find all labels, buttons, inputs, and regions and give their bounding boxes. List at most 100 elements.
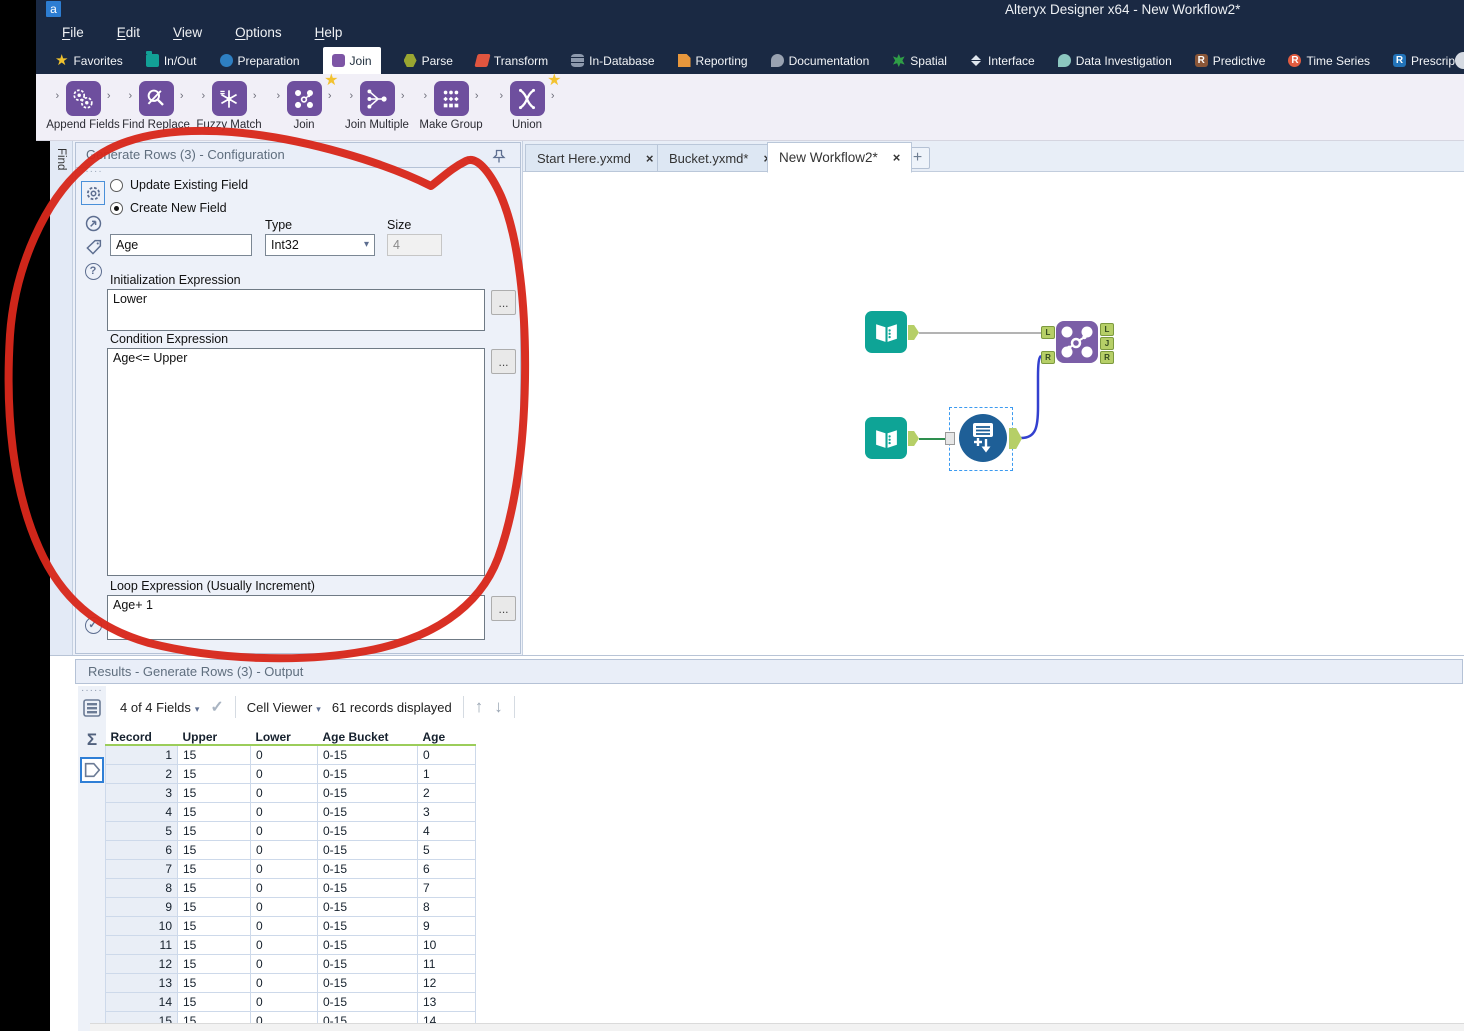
generate-rows-tool-node[interactable] bbox=[959, 414, 1007, 462]
data-cell[interactable]: 0 bbox=[250, 745, 318, 765]
data-cell[interactable]: 0 bbox=[250, 859, 318, 879]
data-cell[interactable]: 0 bbox=[250, 821, 318, 841]
data-cell[interactable]: 0 bbox=[417, 745, 476, 765]
join-tool-node[interactable] bbox=[1056, 321, 1098, 363]
record-number-cell[interactable]: 5 bbox=[105, 821, 178, 841]
input-data-tool-2[interactable] bbox=[865, 417, 907, 459]
category-tab-favorites[interactable]: ★ Favorites bbox=[55, 47, 123, 74]
record-number-cell[interactable]: 13 bbox=[105, 973, 178, 993]
fields-dropdown-button[interactable]: 4 of 4 Fields ▾ bbox=[120, 700, 199, 715]
document-tab-new-workflow2[interactable]: New Workflow2* × bbox=[767, 142, 913, 173]
join-output-anchor-l[interactable]: L bbox=[1100, 323, 1114, 336]
category-tab-parse[interactable]: Parse bbox=[403, 47, 453, 74]
record-number-cell[interactable]: 3 bbox=[105, 783, 178, 803]
cell-viewer-button[interactable]: Cell Viewer ▾ bbox=[247, 700, 321, 715]
category-tab-predictive[interactable]: R Predictive bbox=[1194, 47, 1265, 74]
radio-update-existing-field[interactable]: Update Existing Field bbox=[110, 178, 248, 192]
category-tab-spatial[interactable]: Spatial bbox=[892, 47, 947, 74]
data-cell[interactable]: 5 bbox=[417, 840, 476, 860]
condition-expression-input[interactable]: Age<= Upper bbox=[107, 348, 485, 576]
column-header-upper[interactable]: Upper bbox=[177, 729, 251, 746]
menu-item-file[interactable]: File bbox=[62, 25, 84, 40]
input-data-tool-1[interactable] bbox=[865, 311, 907, 353]
data-cell[interactable]: 12 bbox=[417, 973, 476, 993]
close-tab-icon[interactable]: × bbox=[893, 150, 901, 165]
input-anchor-generate-rows[interactable] bbox=[945, 432, 955, 445]
data-cell[interactable]: 10 bbox=[417, 935, 476, 955]
loop-expression-input[interactable]: Age+ 1 bbox=[107, 595, 485, 640]
data-cell[interactable]: 15 bbox=[177, 916, 251, 936]
data-cell[interactable]: 0-15 bbox=[317, 954, 418, 974]
category-tab-transform[interactable]: Transform bbox=[474, 47, 548, 74]
data-cell[interactable]: 0-15 bbox=[317, 916, 418, 936]
data-cell[interactable]: 15 bbox=[177, 897, 251, 917]
menu-item-view[interactable]: View bbox=[173, 25, 202, 40]
category-tab-prescriptive[interactable]: RPrescriptive bbox=[1393, 47, 1464, 74]
data-cell[interactable]: 15 bbox=[177, 764, 251, 784]
data-cell[interactable]: 15 bbox=[177, 878, 251, 898]
horizontal-scrollbar[interactable] bbox=[90, 1023, 1464, 1031]
category-tab-reporting[interactable]: Reporting bbox=[677, 47, 748, 74]
data-cell[interactable]: 9 bbox=[417, 916, 476, 936]
data-cell[interactable]: 0 bbox=[250, 897, 318, 917]
data-cell[interactable]: 0-15 bbox=[317, 802, 418, 822]
data-cell[interactable]: 7 bbox=[417, 878, 476, 898]
record-number-cell[interactable]: 7 bbox=[105, 859, 178, 879]
data-cell[interactable]: 11 bbox=[417, 954, 476, 974]
metadata-view-icon[interactable] bbox=[80, 757, 104, 783]
loop-expression-editor-button[interactable]: ... bbox=[491, 596, 516, 621]
data-cell[interactable]: 1 bbox=[417, 764, 476, 784]
data-cell[interactable]: 0-15 bbox=[317, 859, 418, 879]
data-cell[interactable]: 15 bbox=[177, 935, 251, 955]
data-cell[interactable]: 6 bbox=[417, 859, 476, 879]
type-dropdown[interactable]: Int32 ▾ bbox=[265, 234, 375, 256]
data-cell[interactable]: 15 bbox=[177, 954, 251, 974]
data-cell[interactable]: 0 bbox=[250, 916, 318, 936]
column-header-age[interactable]: Age bbox=[417, 729, 476, 746]
data-cell[interactable]: 0-15 bbox=[317, 745, 418, 765]
join-output-anchor-j[interactable]: J bbox=[1100, 337, 1114, 350]
data-cell[interactable]: 8 bbox=[417, 897, 476, 917]
workflow-canvas[interactable]: Start Here.yxmd×Bucket.yxmd*×New Workflo… bbox=[522, 141, 1464, 655]
category-tab-in-database[interactable]: In-Database bbox=[571, 47, 655, 74]
category-tab-time-series[interactable]: R Time Series bbox=[1288, 47, 1370, 74]
data-cell[interactable]: 0-15 bbox=[317, 764, 418, 784]
data-cell[interactable]: 0 bbox=[250, 973, 318, 993]
data-cell[interactable]: 15 bbox=[177, 840, 251, 860]
data-cell[interactable]: 0-15 bbox=[317, 821, 418, 841]
results-grid[interactable]: Record Upper Lower Age Bucket Age 1 15 0 0-15 0 2… bbox=[105, 729, 476, 1031]
menu-item-edit[interactable]: Edit bbox=[117, 25, 140, 40]
record-number-cell[interactable]: 4 bbox=[105, 802, 178, 822]
data-cell[interactable]: 0 bbox=[250, 764, 318, 784]
menu-item-help[interactable]: Help bbox=[315, 25, 343, 40]
arrow-down-icon[interactable]: ↓ bbox=[494, 697, 503, 717]
favorite-star-icon[interactable]: ★ bbox=[547, 73, 561, 88]
init-expression-editor-button[interactable]: ... bbox=[491, 290, 516, 315]
data-cell[interactable]: 15 bbox=[177, 992, 251, 1012]
data-cell[interactable]: 0 bbox=[250, 935, 318, 955]
record-number-cell[interactable]: 6 bbox=[105, 840, 178, 860]
record-number-cell[interactable]: 14 bbox=[105, 992, 178, 1012]
data-cell[interactable]: 15 bbox=[177, 859, 251, 879]
data-cell[interactable]: 15 bbox=[177, 745, 251, 765]
column-header-lower[interactable]: Lower bbox=[250, 729, 318, 746]
record-number-cell[interactable]: 12 bbox=[105, 954, 178, 974]
category-tab-documentation[interactable]: Documentation bbox=[770, 47, 869, 74]
field-name-input[interactable]: Age bbox=[110, 234, 252, 256]
data-cell[interactable]: 3 bbox=[417, 802, 476, 822]
data-cell[interactable]: 0-15 bbox=[317, 992, 418, 1012]
data-cell[interactable]: 0-15 bbox=[317, 783, 418, 803]
category-tab-in-out[interactable]: In/Out bbox=[145, 47, 197, 74]
record-number-cell[interactable]: 8 bbox=[105, 878, 178, 898]
radio-circle[interactable] bbox=[110, 178, 123, 192]
join-output-anchor-r[interactable]: R bbox=[1100, 351, 1114, 364]
data-cell[interactable]: 0-15 bbox=[317, 935, 418, 955]
data-cell[interactable]: 0 bbox=[250, 992, 318, 1012]
ribbon-tool-union[interactable]: ★ Union bbox=[479, 73, 575, 132]
data-cell[interactable]: 0-15 bbox=[317, 840, 418, 860]
init-expression-input[interactable]: Lower bbox=[107, 289, 485, 331]
data-cell[interactable]: 4 bbox=[417, 821, 476, 841]
apply-check-icon[interactable]: ✓ bbox=[210, 697, 223, 717]
record-number-cell[interactable]: 11 bbox=[105, 935, 178, 955]
data-cell[interactable]: 15 bbox=[177, 802, 251, 822]
